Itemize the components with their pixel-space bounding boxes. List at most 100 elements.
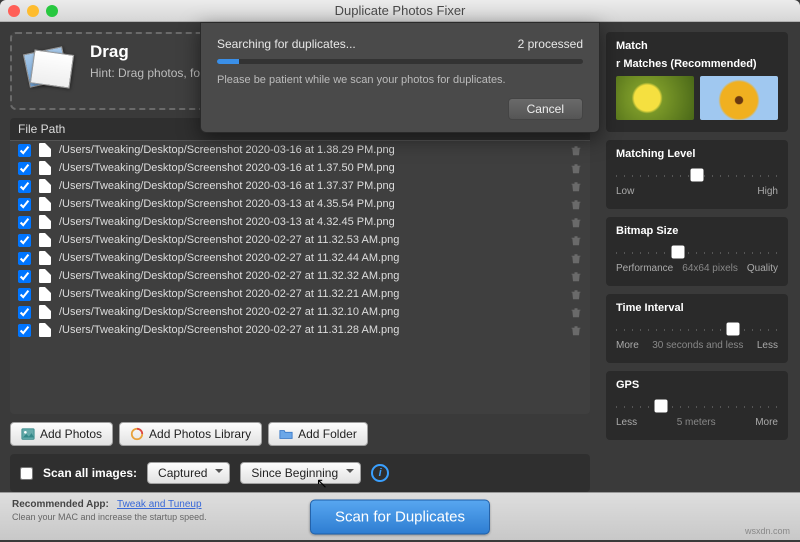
ml-low: Low	[616, 186, 634, 197]
file-checkbox[interactable]	[18, 270, 31, 283]
gps-less: Less	[616, 417, 637, 428]
file-row[interactable]: /Users/Tweaking/Desktop/Screenshot 2020-…	[10, 285, 590, 303]
bm-perf: Performance	[616, 263, 673, 274]
match-section: Match r Matches (Recommended)	[606, 32, 788, 132]
matches-rec-label: r Matches (Recommended)	[616, 58, 778, 70]
file-checkbox[interactable]	[18, 162, 31, 175]
progress-status: Searching for duplicates...	[217, 37, 356, 51]
ti-more: More	[616, 340, 639, 351]
file-icon	[39, 323, 51, 337]
window-title: Duplicate Photos Fixer	[0, 3, 800, 18]
file-path: /Users/Tweaking/Desktop/Screenshot 2020-…	[59, 234, 562, 246]
file-path: /Users/Tweaking/Desktop/Screenshot 2020-…	[59, 324, 562, 336]
photos-library-icon	[130, 427, 144, 441]
bm-qual: Quality	[747, 263, 778, 274]
sample-thumb-1	[616, 76, 694, 120]
gps-title: GPS	[616, 379, 778, 391]
file-icon	[39, 269, 51, 283]
file-icon	[39, 143, 51, 157]
file-path: /Users/Tweaking/Desktop/Screenshot 2020-…	[59, 180, 562, 192]
trash-icon[interactable]	[570, 197, 582, 211]
add-photos-button[interactable]: Add Photos	[10, 422, 113, 446]
gps-section: GPS Less 5 meters More	[606, 371, 788, 440]
trash-icon[interactable]	[570, 161, 582, 175]
scan-all-label: Scan all images:	[43, 466, 137, 480]
file-checkbox[interactable]	[18, 324, 31, 337]
folder-icon	[279, 427, 293, 441]
matching-level-section: Matching Level LowHigh	[606, 140, 788, 209]
add-library-label: Add Photos Library	[149, 427, 251, 441]
scan-all-checkbox[interactable]	[20, 467, 33, 480]
gps-slider[interactable]	[616, 399, 778, 413]
matching-level-title: Matching Level	[616, 148, 778, 160]
file-path: /Users/Tweaking/Desktop/Screenshot 2020-…	[59, 198, 562, 210]
file-icon	[39, 161, 51, 175]
scan-filter-row: Scan all images: Captured Since Beginnin…	[10, 454, 590, 492]
window-titlebar: Duplicate Photos Fixer	[0, 0, 800, 22]
file-checkbox[interactable]	[18, 216, 31, 229]
file-checkbox[interactable]	[18, 234, 31, 247]
bm-mid: 64x64 pixels	[682, 263, 738, 274]
match-title: Match	[616, 40, 778, 52]
time-slider[interactable]	[616, 322, 778, 336]
cancel-button[interactable]: Cancel	[508, 98, 583, 120]
file-path: /Users/Tweaking/Desktop/Screenshot 2020-…	[59, 216, 562, 228]
trash-icon[interactable]	[570, 251, 582, 265]
file-row[interactable]: /Users/Tweaking/Desktop/Screenshot 2020-…	[10, 249, 590, 267]
trash-icon[interactable]	[570, 305, 582, 319]
rec-link[interactable]: Tweak and Tuneup	[117, 499, 202, 510]
add-library-button[interactable]: Add Photos Library	[119, 422, 262, 446]
file-path: /Users/Tweaking/Desktop/Screenshot 2020-…	[59, 162, 562, 174]
trash-icon[interactable]	[570, 143, 582, 157]
file-checkbox[interactable]	[18, 306, 31, 319]
file-row[interactable]: /Users/Tweaking/Desktop/Screenshot 2020-…	[10, 321, 590, 339]
file-row[interactable]: /Users/Tweaking/Desktop/Screenshot 2020-…	[10, 213, 590, 231]
file-row[interactable]: /Users/Tweaking/Desktop/Screenshot 2020-…	[10, 159, 590, 177]
file-row[interactable]: /Users/Tweaking/Desktop/Screenshot 2020-…	[10, 231, 590, 249]
info-icon[interactable]: i	[371, 464, 389, 482]
since-select[interactable]: Since Beginning	[240, 462, 361, 484]
gps-mid: 5 meters	[677, 417, 716, 428]
sample-thumb-2	[700, 76, 778, 120]
time-section: Time Interval More30 seconds and lessLes…	[606, 294, 788, 363]
file-icon	[39, 197, 51, 211]
bitmap-slider[interactable]	[616, 245, 778, 259]
captured-select[interactable]: Captured	[147, 462, 230, 484]
file-list-body[interactable]: /Users/Tweaking/Desktop/Screenshot 2020-…	[10, 141, 590, 414]
watermark: wsxdn.com	[745, 526, 790, 536]
trash-icon[interactable]	[570, 323, 582, 337]
file-row[interactable]: /Users/Tweaking/Desktop/Screenshot 2020-…	[10, 267, 590, 285]
file-row[interactable]: /Users/Tweaking/Desktop/Screenshot 2020-…	[10, 141, 590, 159]
scan-duplicates-button[interactable]: Scan for Duplicates	[310, 499, 490, 534]
add-folder-label: Add Folder	[298, 427, 357, 441]
file-checkbox[interactable]	[18, 144, 31, 157]
sidebar: Match r Matches (Recommended) Matching L…	[600, 22, 800, 492]
file-checkbox[interactable]	[18, 288, 31, 301]
trash-icon[interactable]	[570, 215, 582, 229]
trash-icon[interactable]	[570, 269, 582, 283]
file-icon	[39, 179, 51, 193]
image-icon	[21, 427, 35, 441]
file-row[interactable]: /Users/Tweaking/Desktop/Screenshot 2020-…	[10, 177, 590, 195]
file-path: /Users/Tweaking/Desktop/Screenshot 2020-…	[59, 144, 562, 156]
progress-message: Please be patient while we scan your pho…	[217, 74, 583, 86]
file-checkbox[interactable]	[18, 198, 31, 211]
file-row[interactable]: /Users/Tweaking/Desktop/Screenshot 2020-…	[10, 303, 590, 321]
file-icon	[39, 251, 51, 265]
file-checkbox[interactable]	[18, 180, 31, 193]
file-icon	[39, 215, 51, 229]
file-row[interactable]: /Users/Tweaking/Desktop/Screenshot 2020-…	[10, 195, 590, 213]
bitmap-title: Bitmap Size	[616, 225, 778, 237]
matching-level-slider[interactable]	[616, 168, 778, 182]
progress-count: 2 processed	[518, 37, 583, 51]
ti-mid: 30 seconds and less	[652, 340, 743, 351]
file-checkbox[interactable]	[18, 252, 31, 265]
add-folder-button[interactable]: Add Folder	[268, 422, 368, 446]
trash-icon[interactable]	[570, 287, 582, 301]
trash-icon[interactable]	[570, 179, 582, 193]
file-icon	[39, 233, 51, 247]
file-icon	[39, 287, 51, 301]
trash-icon[interactable]	[570, 233, 582, 247]
progress-sheet: Searching for duplicates... 2 processed …	[200, 22, 600, 133]
gps-more: More	[755, 417, 778, 428]
